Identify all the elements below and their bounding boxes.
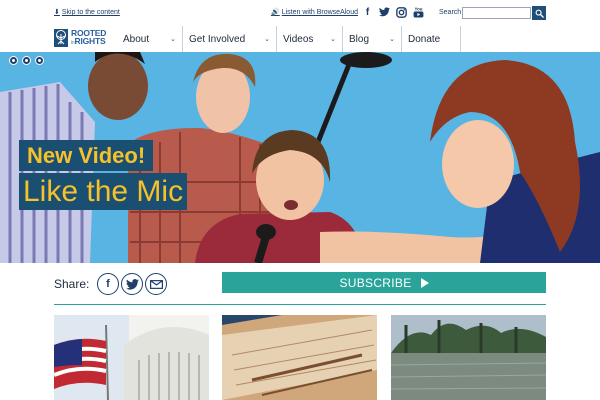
slide-dot[interactable] xyxy=(22,56,31,65)
slider-controls xyxy=(9,56,44,65)
subscribe-button[interactable]: SUBSCRIBE xyxy=(222,272,546,293)
nav-item-label: About xyxy=(123,33,150,45)
hero-eyebrow: New Video! xyxy=(19,140,154,171)
social-links: f You xyxy=(362,6,424,20)
nav-item-videos[interactable]: Videos ⌄ xyxy=(277,26,343,52)
nav-item-donate[interactable]: Donate xyxy=(402,26,461,52)
twitter-icon[interactable] xyxy=(379,6,390,18)
nav-item-about[interactable]: About ⌄ xyxy=(121,26,183,52)
hero-slider[interactable]: New Video! Like the Mic xyxy=(0,52,600,263)
nav-item-label: Donate xyxy=(408,33,441,45)
play-arrow-icon xyxy=(420,277,429,288)
listen-link-label: Listen with BrowseAloud xyxy=(281,9,358,16)
main-navigation: ROOTED inRIGHTS About ⌄ Get Involved ⌄ V… xyxy=(0,26,600,52)
search-label: Search xyxy=(439,9,462,16)
hero-title[interactable]: Like the Mic xyxy=(19,173,188,210)
chevron-down-icon: ⌄ xyxy=(264,36,270,43)
facebook-icon[interactable]: f xyxy=(362,6,373,18)
nav-item-label: Get Involved xyxy=(189,33,246,45)
nav-menu: About ⌄ Get Involved ⌄ Videos ⌄ Blog ⌄ D… xyxy=(121,26,461,52)
logo-line-3: RIGHTS xyxy=(74,36,106,46)
nav-item-label: Videos xyxy=(283,33,314,45)
speaker-icon: 🔊 xyxy=(271,9,280,16)
section-divider xyxy=(54,304,546,305)
chevron-down-icon: ⌄ xyxy=(330,36,336,43)
article-thumbnail[interactable] xyxy=(222,315,377,400)
arrow-down-icon: ⬇ xyxy=(54,9,60,16)
share-label: Share: xyxy=(54,277,90,291)
site-logo[interactable]: ROOTED inRIGHTS xyxy=(54,28,116,48)
facebook-share-icon[interactable]: f xyxy=(97,273,119,295)
chevron-down-icon: ⌄ xyxy=(389,36,395,43)
logo-wordmark: ROOTED inRIGHTS xyxy=(71,29,106,47)
utility-bar: ⬇ Skip to the content 🔊 Listen with Browse… xyxy=(0,0,600,26)
subscribe-label: SUBSCRIBE xyxy=(339,275,412,290)
slide-dot[interactable] xyxy=(35,56,44,65)
email-share-icon[interactable] xyxy=(145,273,167,295)
tree-logo-icon xyxy=(54,29,68,47)
share-buttons: f xyxy=(97,273,167,295)
article-thumbnail[interactable] xyxy=(54,315,209,400)
nav-item-blog[interactable]: Blog ⌄ xyxy=(343,26,402,52)
youtube-icon-label: You xyxy=(415,6,423,11)
flag-capitol-image xyxy=(54,315,209,400)
nav-item-get-involved[interactable]: Get Involved ⌄ xyxy=(183,26,277,52)
skip-to-content-link[interactable]: ⬇ Skip to the content xyxy=(54,8,120,16)
twitter-share-icon[interactable] xyxy=(121,273,143,295)
marriage-license-image xyxy=(222,315,377,400)
flooded-street-image xyxy=(391,315,546,400)
search-button[interactable] xyxy=(532,6,546,20)
skip-link-label: Skip to the content xyxy=(61,9,120,16)
nav-item-label: Blog xyxy=(349,33,370,45)
search-input[interactable] xyxy=(462,7,531,19)
chevron-down-icon: ⌄ xyxy=(170,36,176,43)
youtube-icon[interactable]: You xyxy=(413,6,424,18)
article-thumbnail[interactable] xyxy=(391,315,546,400)
search-icon xyxy=(535,9,544,18)
page: ⬇ Skip to the content 🔊 Listen with Browse… xyxy=(0,0,600,400)
browsealoud-link[interactable]: 🔊 Listen with BrowseAloud xyxy=(271,8,358,16)
instagram-icon[interactable] xyxy=(396,6,407,18)
slide-dot[interactable] xyxy=(9,56,18,65)
